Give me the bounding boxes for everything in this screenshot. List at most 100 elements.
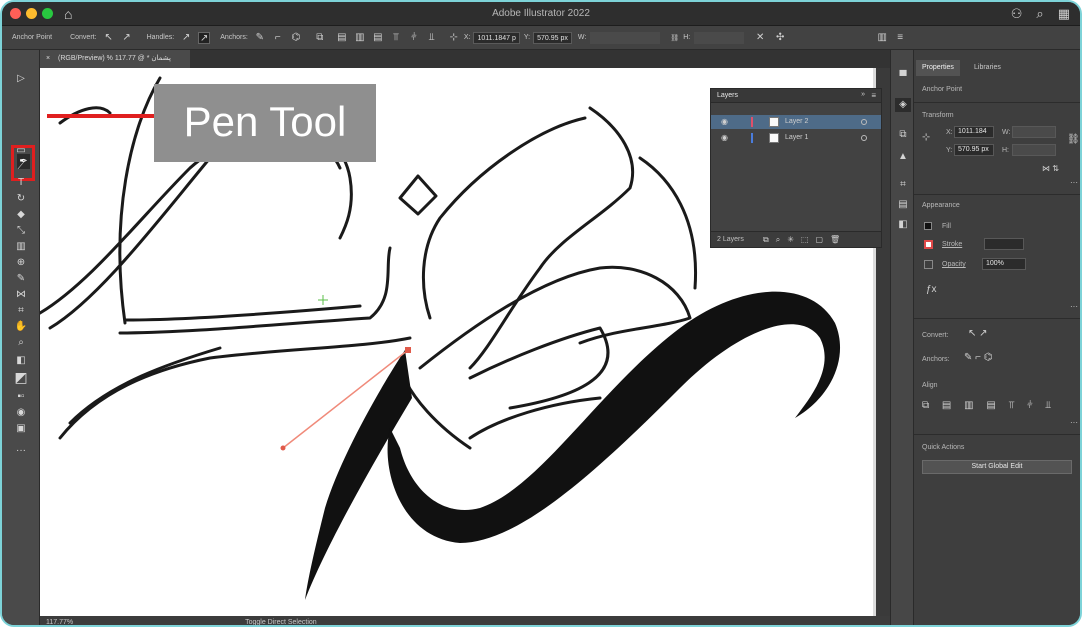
constrain-proportions-icon[interactable]: ⛓ [1067,134,1080,145]
convert-corner-icon[interactable]: ↖ [103,32,115,44]
layer-row[interactable]: ◉ Layer 2 [711,115,881,129]
align-right-icon[interactable]: ▤ [372,32,384,44]
document-tab[interactable]: × (RGB/Preview) % 117.77 @ * پشمان [40,50,190,68]
fx-icon[interactable]: ƒx [926,284,937,295]
convert-smooth-icon[interactable]: ↗ [121,32,133,44]
share-icon[interactable]: ⚇ [1011,6,1023,22]
h-field[interactable] [694,31,745,44]
search-icon[interactable]: ⌕ [1036,6,1043,22]
artboard-tool-icon[interactable]: ⌗ [2,304,40,318]
layer-actions-icons[interactable]: ⧉⌕✳⬚▢🗑 [763,235,847,245]
blend-tool-icon[interactable]: ⋈ [2,288,40,302]
align-center-icon[interactable]: ▥ [354,32,366,44]
transform-icon[interactable]: ✕ [754,32,766,44]
width-tool-icon[interactable]: ▥ [2,240,40,254]
align-left-icon[interactable]: ▤ [336,32,348,44]
layer-target-icon[interactable] [861,119,867,125]
more-options-icon[interactable]: ··· [1070,418,1078,427]
layer-row[interactable]: ◉ Layer 1 [711,131,881,145]
selection-tool-icon[interactable]: ▷ [2,72,40,86]
layer-name[interactable]: Layer 2 [785,115,808,129]
anchors-label: Anchors: [220,34,248,41]
transform-w-field[interactable] [1012,126,1056,138]
fill-label: Fill [942,223,951,230]
reference-point-icon[interactable]: ⊹ [922,132,930,143]
draw-mode-icon[interactable]: ◉ [2,406,40,420]
transform-panel-icon[interactable]: ⌗ [895,178,911,192]
layers-panel-header: Layers » ≡ [711,89,881,103]
arrange-docs-icon[interactable]: ▥ [876,32,888,44]
more-tools-icon[interactable]: ··· [2,444,40,458]
layer-color-swatch [751,117,753,127]
show-handles-icon[interactable]: ↗ [180,32,192,44]
remove-anchor-icon[interactable]: ✎ [254,32,266,44]
transform-y-field[interactable]: 570.95 px [954,144,994,156]
visibility-eye-icon[interactable]: ◉ [721,115,728,129]
close-tab-icon[interactable]: × [46,55,50,62]
anchor-actions-icons[interactable]: ✎ ⌐ ⌬ [964,352,993,363]
fill-swatch[interactable] [924,222,932,230]
w-field[interactable] [590,31,661,44]
cut-path-icon[interactable]: ⌬ [290,32,302,44]
layer-name[interactable]: Layer 1 [785,131,808,145]
fill-stroke-swatch-icon[interactable]: ◩ [2,370,40,384]
visibility-eye-icon[interactable]: ◉ [721,131,728,145]
start-global-edit-button[interactable]: Start Global Edit [922,460,1072,474]
opacity-field[interactable]: 100% [982,258,1026,270]
eraser-tool-icon[interactable]: ◆ [2,208,40,222]
shape-builder-tool-icon[interactable]: ⊕ [2,256,40,270]
panel-menu-icon[interactable]: ≡ [894,32,906,44]
tab-properties[interactable]: Properties [916,60,960,76]
hand-tool-icon[interactable]: ✋ [2,320,40,334]
comments-icon[interactable]: ▀ [895,70,911,84]
status-mode[interactable]: Toggle Direct Selection [245,619,317,625]
zoom-tool-icon[interactable]: ⌕ [2,336,40,350]
align-top-icon[interactable]: ⫪ [390,32,402,44]
default-colors-icon[interactable]: ◧ [2,354,40,368]
align-panel-icon[interactable]: ▤ [895,198,911,212]
rectangle-tool-icon[interactable]: ▭ [2,144,40,158]
handles-label: Handles: [146,34,175,41]
opacity-label[interactable]: Opacity [942,261,966,268]
isolate-icon[interactable]: ⧉ [314,32,326,44]
reference-point-icon[interactable]: ⊹ [448,32,460,44]
x-field[interactable]: 1011.1847 p [473,31,520,44]
pen-tool-callout: Pen Tool [154,84,376,162]
collapse-icon[interactable]: » [861,91,865,98]
more-options-icon[interactable]: ··· [1070,302,1078,311]
link-icon[interactable]: ⛓ [670,34,679,42]
eyedropper-tool-icon[interactable]: ✎ [2,272,40,286]
flip-icons[interactable]: ⋈ ⇅ [1042,164,1059,173]
y-field[interactable]: 570.95 px [533,31,572,44]
layers-icon[interactable]: ◈ [895,98,911,112]
image-trace-icon[interactable]: ▲ [895,150,911,164]
transform-x-field[interactable]: 1011.184 [954,126,994,138]
align-bottom-icon[interactable]: ⫫ [426,32,438,44]
type-tool-icon[interactable]: T [2,176,40,190]
stroke-label[interactable]: Stroke [942,241,962,248]
hide-handles-icon[interactable]: ↗ [198,31,211,44]
pathfinder-icon[interactable]: ◧ [895,218,911,232]
layers-menu-icon[interactable]: ≡ [871,91,876,100]
scale-tool-icon[interactable]: ⤡ [2,224,40,238]
convert-label: Convert: [70,34,97,41]
convert-corner-icon[interactable]: ↖ ↗ [968,328,988,339]
more-options-icon[interactable]: ··· [1070,178,1078,187]
stroke-weight-field[interactable] [984,238,1024,250]
rotate-tool-icon[interactable]: ↻ [2,192,40,206]
layer-target-icon[interactable] [861,135,867,141]
connect-anchors-icon[interactable]: ⌐ [272,32,284,44]
zoom-level[interactable]: 117.77% [46,619,73,625]
paintbrush-tool-icon[interactable]: ⟋ [2,160,40,174]
screen-mode-icon[interactable]: ▣ [2,422,40,436]
stroke-swatch[interactable] [924,240,933,249]
tab-libraries[interactable]: Libraries [968,60,1007,76]
callout-text: Pen Tool [183,98,347,145]
align-middle-icon[interactable]: ⫩ [408,32,420,44]
workspace-icon[interactable]: ▦ [1058,6,1070,22]
libraries-icon[interactable]: ⧉ [895,128,911,142]
recolor-icon[interactable]: ✣ [774,32,786,44]
color-mode-icon[interactable]: ▪▫ [2,390,40,404]
align-buttons-icons[interactable]: ⧉ ▤ ▥ ▤ ⫪ ⫩ ⫫ [922,400,1056,411]
transform-h-field[interactable] [1012,144,1056,156]
